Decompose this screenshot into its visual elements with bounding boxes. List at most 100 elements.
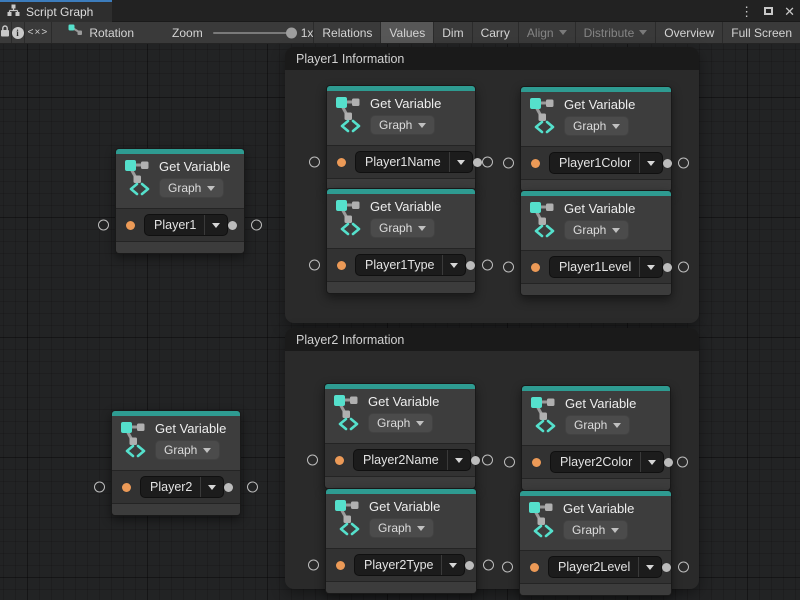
connection-socket-left[interactable] [309,157,320,168]
connection-socket-right[interactable] [678,158,689,169]
output-port[interactable] [465,561,474,570]
variable-dropdown[interactable]: Player2Color [550,451,664,473]
toolbar-button-dim[interactable]: Dim [433,22,471,43]
get-variable-node[interactable]: Get Variable Graph Player2Name [324,383,476,489]
output-port[interactable] [662,563,671,572]
group-header[interactable]: Player2 Information [285,328,699,351]
dropdown-caret[interactable] [205,223,227,228]
node-header[interactable]: Get Variable Graph [522,391,670,445]
get-variable-node[interactable]: Get Variable Graph Player2 [111,410,241,516]
maximize-icon[interactable] [764,7,773,15]
node-header[interactable]: Get Variable Graph [326,494,476,548]
graph-scope-dropdown[interactable]: Graph [564,220,629,240]
input-port[interactable] [335,456,344,465]
node-header[interactable]: Get Variable Graph [521,92,671,146]
graph-scope-dropdown[interactable]: Graph [369,518,434,538]
zoom-slider-handle[interactable] [286,27,297,38]
variable-dropdown[interactable]: Player2Type [354,554,465,576]
dropdown-caret[interactable] [450,160,472,165]
output-port[interactable] [228,221,237,230]
variable-dropdown[interactable]: Player1Level [549,256,663,278]
input-port[interactable] [337,158,346,167]
graph-scope-dropdown[interactable]: Graph [565,415,630,435]
dropdown-caret[interactable] [201,485,223,490]
connection-socket-right[interactable] [482,260,493,271]
toolbar-button-values[interactable]: Values [380,22,433,43]
connection-socket-right[interactable] [678,262,689,273]
connection-socket-left[interactable] [94,482,105,493]
dropdown-caret[interactable] [443,263,465,268]
toolbar-button-full-screen[interactable]: Full Screen [722,22,800,43]
input-port[interactable] [336,561,345,570]
dropdown-caret[interactable] [448,458,470,463]
lock-button[interactable] [0,22,12,43]
connection-socket-left[interactable] [504,457,515,468]
graph-scope-dropdown[interactable]: Graph [563,520,628,540]
node-header[interactable]: Get Variable Graph [521,196,671,250]
dropdown-caret[interactable] [639,565,661,570]
graph-scope-dropdown[interactable]: Graph [370,115,435,135]
output-port[interactable] [664,458,673,467]
input-port[interactable] [122,483,131,492]
variable-dropdown[interactable]: Player1Type [355,254,466,276]
output-port[interactable] [663,263,672,272]
variable-dropdown[interactable]: Player1 [144,214,228,236]
node-header[interactable]: Get Variable Graph [116,154,244,208]
info-button[interactable]: i [12,22,25,43]
zoom-slider[interactable] [213,32,293,34]
connection-socket-right[interactable] [677,457,688,468]
input-port[interactable] [532,458,541,467]
toolbar-button-relations[interactable]: Relations [313,22,380,43]
connection-socket-right[interactable] [482,455,493,466]
connection-socket-right[interactable] [247,482,258,493]
group-header[interactable]: Player1 Information [285,47,699,70]
variable-dropdown[interactable]: Player2Level [548,556,662,578]
output-port[interactable] [473,158,482,167]
graph-scope-dropdown[interactable]: Graph [564,116,629,136]
connection-socket-left[interactable] [503,158,514,169]
output-port[interactable] [224,483,233,492]
toolbar-button-carry[interactable]: Carry [472,22,518,43]
input-port[interactable] [531,159,540,168]
output-port[interactable] [466,261,475,270]
node-header[interactable]: Get Variable Graph [112,416,240,470]
output-port[interactable] [663,159,672,168]
input-port[interactable] [337,261,346,270]
output-port[interactable] [471,456,480,465]
graph-scope-dropdown[interactable]: Graph [368,413,433,433]
variable-dropdown[interactable]: Player1Name [355,151,473,173]
tab-script-graph[interactable]: Script Graph [0,0,112,22]
node-header[interactable]: Get Variable Graph [325,389,475,443]
get-variable-node[interactable]: Get Variable Graph Player1Level [520,190,672,296]
dropdown-caret[interactable] [641,460,663,465]
connection-socket-left[interactable] [502,562,513,573]
close-icon[interactable]: ✕ [784,5,795,18]
variable-dropdown[interactable]: Player1Color [549,152,663,174]
get-variable-node[interactable]: Get Variable Graph Player2Color [521,385,671,491]
get-variable-node[interactable]: Get Variable Graph Player1 [115,148,245,254]
connection-socket-right[interactable] [482,157,493,168]
dropdown-caret[interactable] [640,265,662,270]
select-variables-button[interactable]: <×> [25,22,53,43]
input-port[interactable] [530,563,539,572]
input-port[interactable] [126,221,135,230]
input-port[interactable] [531,263,540,272]
connection-socket-right[interactable] [251,220,262,231]
get-variable-node[interactable]: Get Variable Graph Player1Name [326,85,476,191]
get-variable-node[interactable]: Get Variable Graph Player1Type [326,188,476,294]
graph-scope-dropdown[interactable]: Graph [155,440,220,460]
get-variable-node[interactable]: Get Variable Graph Player2Level [519,490,672,596]
get-variable-node[interactable]: Get Variable Graph Player1Color [520,86,672,192]
connection-socket-left[interactable] [503,262,514,273]
node-header[interactable]: Get Variable Graph [520,496,671,550]
connection-socket-right[interactable] [678,562,689,573]
dropdown-caret[interactable] [442,563,464,568]
node-header[interactable]: Get Variable Graph [327,91,475,145]
connection-socket-left[interactable] [307,455,318,466]
menu-dots-icon[interactable]: ⋮ [740,5,753,18]
variable-dropdown[interactable]: Player2Name [353,449,471,471]
graph-canvas[interactable]: Player1 Information Player2 Information [0,44,800,600]
rotation-control[interactable]: Rotation [52,22,146,43]
node-header[interactable]: Get Variable Graph [327,194,475,248]
graph-scope-dropdown[interactable]: Graph [159,178,224,198]
